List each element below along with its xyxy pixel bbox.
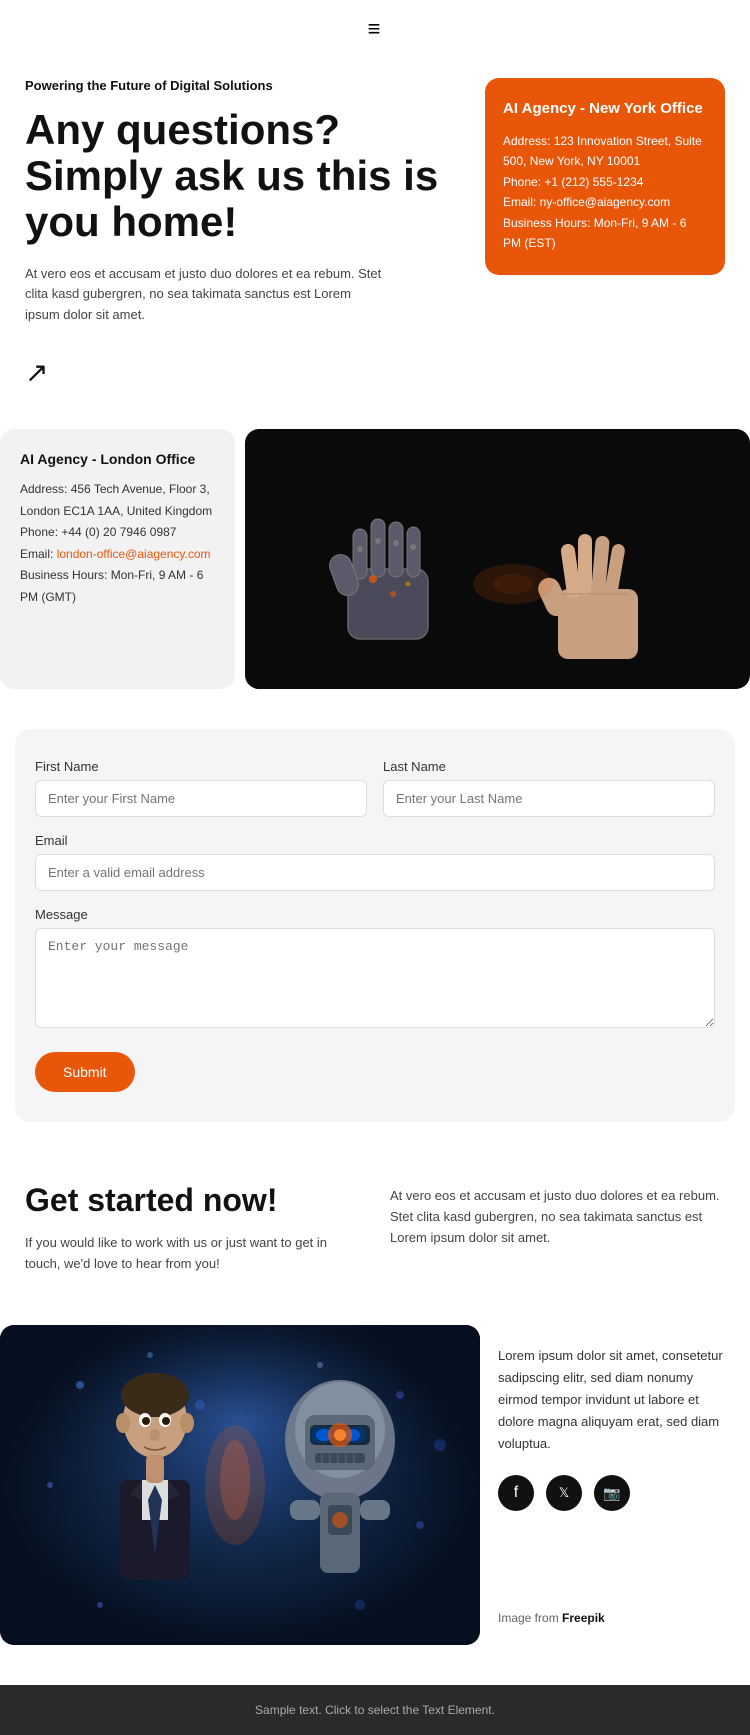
first-name-group: First Name	[35, 759, 367, 817]
twitter-x-icon[interactable]: 𝕏	[546, 1475, 582, 1511]
robot-hands-image	[245, 429, 750, 689]
hero-content: Powering the Future of Digital Solutions…	[25, 78, 465, 389]
hero-section: Powering the Future of Digital Solutions…	[0, 58, 750, 419]
instagram-icon[interactable]: 📷	[594, 1475, 630, 1511]
hero-title: Any questions? Simply ask us this is you…	[25, 107, 465, 246]
bottom-description: Lorem ipsum dolor sit amet, consetetur s…	[498, 1345, 732, 1455]
form-name-row: First Name Last Name	[35, 759, 715, 817]
hero-tagline: Powering the Future of Digital Solutions	[25, 78, 465, 93]
navbar: ≡	[0, 0, 750, 58]
first-name-label: First Name	[35, 759, 367, 774]
freepik-attribution: Image from Freepik	[498, 1611, 732, 1625]
social-icons-row: f 𝕏 📷	[498, 1475, 732, 1511]
first-name-input[interactable]	[35, 780, 367, 817]
ai-portrait-image	[0, 1325, 480, 1645]
london-office-title: AI Agency - London Office	[20, 451, 215, 467]
ny-office-card: AI Agency - New York Office Address: 123…	[485, 78, 725, 275]
offices-row: AI Agency - London Office Address: 456 T…	[0, 429, 750, 709]
get-started-section: Get started now! If you would like to wo…	[0, 1142, 750, 1315]
message-group: Message	[35, 907, 715, 1028]
bottom-right-card: Lorem ipsum dolor sit amet, consetetur s…	[480, 1325, 750, 1645]
last-name-group: Last Name	[383, 759, 715, 817]
footer: Sample text. Click to select the Text El…	[0, 1685, 750, 1735]
get-started-description: At vero eos et accusam et justo duo dolo…	[390, 1182, 725, 1248]
hamburger-menu-icon[interactable]: ≡	[368, 16, 383, 42]
facebook-icon[interactable]: f	[498, 1475, 534, 1511]
london-office-info: Address: 456 Tech Avenue, Floor 3, Londo…	[20, 479, 215, 609]
submit-button[interactable]: Submit	[35, 1052, 135, 1092]
bottom-section: Lorem ipsum dolor sit amet, consetetur s…	[0, 1325, 750, 1665]
email-input[interactable]	[35, 854, 715, 891]
get-started-title: Get started now!	[25, 1182, 360, 1219]
get-started-subtitle: If you would like to work with us or jus…	[25, 1233, 360, 1275]
ny-office-title: AI Agency - New York Office	[503, 100, 707, 117]
email-group: Email	[35, 833, 715, 891]
message-textarea[interactable]	[35, 928, 715, 1028]
hero-description: At vero eos et accusam et justo duo dolo…	[25, 264, 385, 326]
contact-form-section: First Name Last Name Email Message Submi…	[15, 729, 735, 1122]
get-started-left: Get started now! If you would like to wo…	[25, 1182, 360, 1275]
arrow-link-icon[interactable]: ↗	[25, 356, 48, 389]
ny-office-info: Address: 123 Innovation Street, Suite 50…	[503, 131, 707, 253]
london-office-card: AI Agency - London Office Address: 456 T…	[0, 429, 235, 689]
footer-text: Sample text. Click to select the Text El…	[255, 1703, 495, 1717]
message-label: Message	[35, 907, 715, 922]
last-name-label: Last Name	[383, 759, 715, 774]
london-email-link[interactable]: london-office@aiagency.com	[57, 547, 211, 561]
last-name-input[interactable]	[383, 780, 715, 817]
email-label: Email	[35, 833, 715, 848]
